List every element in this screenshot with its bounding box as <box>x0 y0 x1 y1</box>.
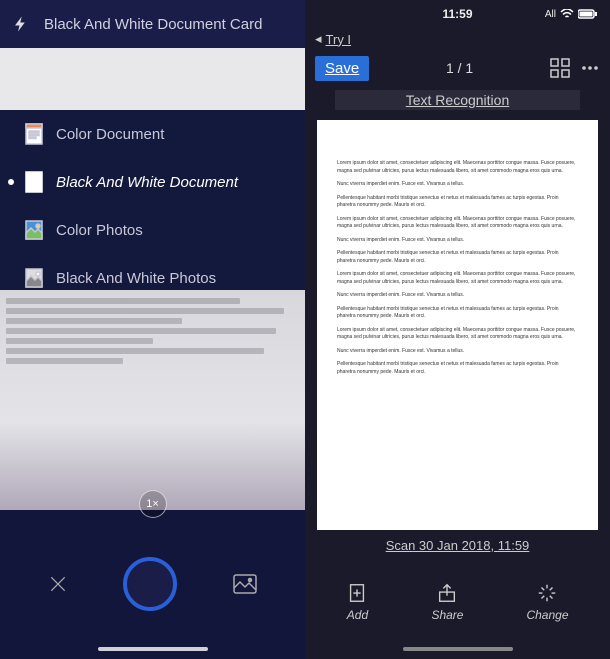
mode-menu: Color Document Black And White Document … <box>0 110 305 302</box>
share-label: Share <box>431 608 463 622</box>
camera-bottom-bar <box>0 539 305 659</box>
add-page-icon <box>346 582 368 604</box>
page-indicator: 1 / 1 <box>377 60 542 76</box>
battery-icon <box>578 9 598 19</box>
home-indicator <box>98 647 208 651</box>
document-name-label: Scan 30 Jan 2018, 11:59 <box>386 538 530 553</box>
share-icon <box>436 582 458 604</box>
doc-paragraph: Pellentesque habitant morbi tristique se… <box>337 195 578 210</box>
back-row[interactable]: ◂ Try I <box>305 28 610 50</box>
preview-screen: 11:59 All ◂ Try I Save 1 / 1 Text Recogn… <box>305 0 610 659</box>
color-photos-icon <box>24 218 44 242</box>
text-recognition-button[interactable]: Text Recognition <box>335 90 580 110</box>
doc-paragraph: Lorem ipsum dolor sit amet, consectetuer… <box>337 216 578 231</box>
status-network: All <box>545 9 556 20</box>
document-name[interactable]: Scan 30 Jan 2018, 11:59 <box>305 538 610 553</box>
grid-icon[interactable] <box>550 58 570 78</box>
bw-photos-icon <box>24 266 44 290</box>
status-bar: 11:59 All <box>305 0 610 28</box>
zoom-value: 1× <box>146 498 159 510</box>
share-button[interactable]: Share <box>431 582 463 622</box>
doc-paragraph: Lorem ipsum dolor sit amet, consectetuer… <box>337 327 578 342</box>
doc-paragraph: Nunc viverra imperdiet enim. Fusce est. … <box>337 348 578 356</box>
text-recognition-label: Text Recognition <box>406 92 510 108</box>
document-page[interactable]: Lorem ipsum dolor sit amet, consectetuer… <box>317 120 598 530</box>
camera-header: Black And White Document Card <box>0 0 305 48</box>
shutter-button[interactable] <box>123 557 177 611</box>
mode-label: Black And White Document <box>56 174 238 191</box>
doc-paragraph: Lorem ipsum dolor sit amet, consectetuer… <box>337 160 578 175</box>
zoom-badge[interactable]: 1× <box>139 490 167 518</box>
color-document-icon <box>24 122 44 146</box>
more-icon[interactable] <box>580 58 600 78</box>
mode-label: Black And White Photos <box>56 270 216 287</box>
back-chevron-icon: ◂ <box>315 31 322 47</box>
change-label: Change <box>526 608 568 622</box>
mode-item-bw-document[interactable]: Black And White Document <box>0 158 305 206</box>
save-label: Save <box>325 60 359 77</box>
camera-screen: Black And White Document Card Color Docu… <box>0 0 305 659</box>
change-button[interactable]: Change <box>526 582 568 622</box>
flash-icon[interactable] <box>12 15 30 33</box>
doc-paragraph: Nunc viverra imperdiet enim. Fusce est. … <box>337 292 578 300</box>
doc-paragraph: Pellentesque habitant morbi tristique se… <box>337 250 578 265</box>
add-button[interactable]: Add <box>346 582 368 622</box>
mode-item-color-photos[interactable]: Color Photos <box>0 206 305 254</box>
doc-paragraph: Nunc viverra imperdiet enim. Fusce est. … <box>337 181 578 189</box>
current-mode-label[interactable]: Black And White Document Card <box>44 16 262 33</box>
doc-paragraph: Pellentesque habitant morbi tristique se… <box>337 361 578 376</box>
doc-paragraph: Lorem ipsum dolor sit amet, consectetuer… <box>337 271 578 286</box>
change-icon <box>536 582 558 604</box>
home-indicator <box>403 647 513 651</box>
add-label: Add <box>347 608 368 622</box>
mode-label: Color Document <box>56 126 164 143</box>
preview-bottom-bar: Add Share Change <box>305 569 610 659</box>
mode-label: Color Photos <box>56 222 143 239</box>
camera-preview-top <box>0 48 305 110</box>
status-time: 11:59 <box>442 7 472 21</box>
preview-toolbar: Save 1 / 1 <box>305 50 610 86</box>
back-label: Try I <box>326 32 352 47</box>
doc-paragraph: Nunc viverra imperdiet enim. Fusce est. … <box>337 237 578 245</box>
bw-document-icon <box>24 170 44 194</box>
save-button[interactable]: Save <box>315 56 369 81</box>
mode-item-color-document[interactable]: Color Document <box>0 110 305 158</box>
camera-preview <box>0 290 305 510</box>
doc-paragraph: Pellentesque habitant morbi tristique se… <box>337 306 578 321</box>
close-icon[interactable] <box>48 574 68 594</box>
gallery-icon[interactable] <box>233 574 257 594</box>
wifi-icon <box>560 9 574 19</box>
